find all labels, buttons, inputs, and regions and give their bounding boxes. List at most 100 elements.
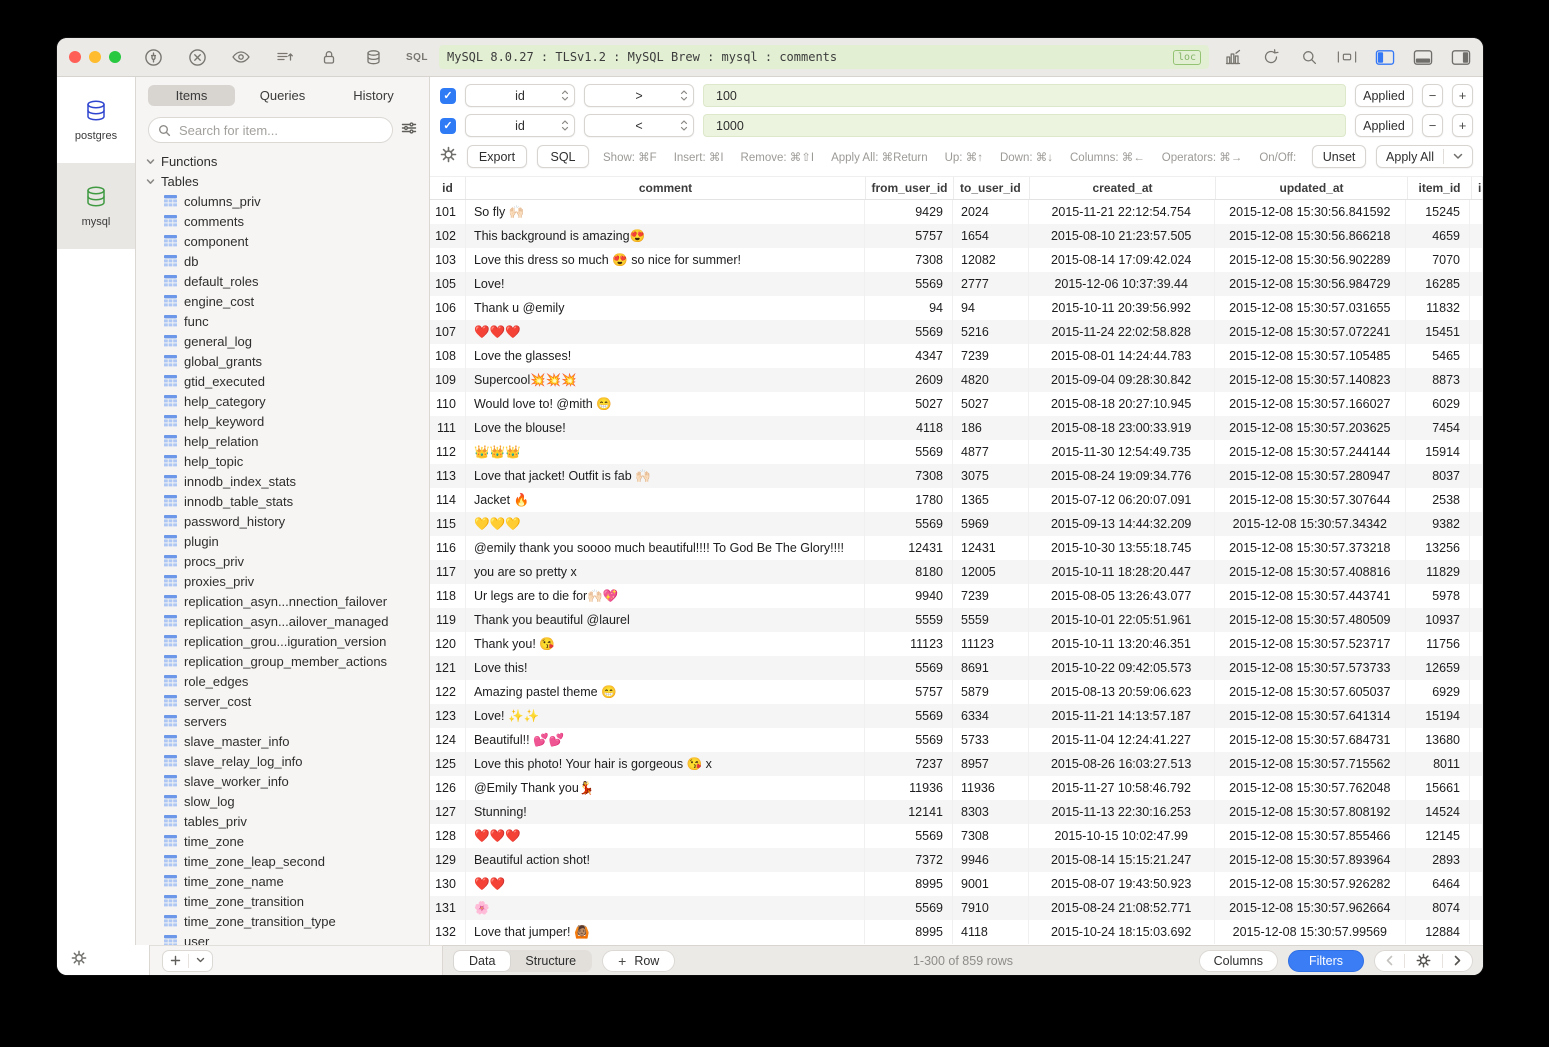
connection-item-postgres[interactable]: postgres bbox=[57, 77, 135, 163]
sidebar-table-item[interactable]: comments bbox=[136, 211, 429, 231]
sidebar-table-item[interactable]: columns_priv bbox=[136, 191, 429, 211]
sidebar-table-item[interactable]: slave_worker_info bbox=[136, 771, 429, 791]
sidebar-table-item[interactable]: help_relation bbox=[136, 431, 429, 451]
sidebar-table-item[interactable]: general_log bbox=[136, 331, 429, 351]
sidebar-table-item[interactable]: replication_group_member_actions bbox=[136, 651, 429, 671]
table-row[interactable]: 131🌸556979102015-08-24 21:08:52.7712015-… bbox=[430, 896, 1483, 920]
settings-gear-icon[interactable] bbox=[71, 950, 87, 971]
sidebar-table-item[interactable]: time_zone_leap_second bbox=[136, 851, 429, 871]
sidebar-table-item[interactable]: replication_grou...iguration_version bbox=[136, 631, 429, 651]
table-row[interactable]: 129Beautiful action shot!737299462015-08… bbox=[430, 848, 1483, 872]
filter-enabled-checkbox[interactable]: ✓ bbox=[440, 118, 456, 134]
sidebar-table-item[interactable]: procs_priv bbox=[136, 551, 429, 571]
toggle-left-sidebar-icon[interactable] bbox=[1375, 47, 1395, 67]
applied-button[interactable]: Applied bbox=[1355, 84, 1413, 107]
close-window-button[interactable] bbox=[69, 51, 81, 63]
column-header-updated_at[interactable]: updated_at bbox=[1216, 177, 1408, 199]
table-row[interactable]: 119Thank you beautiful @laurel5559555920… bbox=[430, 608, 1483, 632]
log-list-icon[interactable] bbox=[275, 47, 295, 67]
table-row[interactable]: 125Love this photo! Your hair is gorgeou… bbox=[430, 752, 1483, 776]
table-row[interactable]: 130❤️❤️899590012015-08-07 19:43:50.92320… bbox=[430, 872, 1483, 896]
sidebar-table-item[interactable]: component bbox=[136, 231, 429, 251]
sql-console-icon[interactable]: SQL bbox=[407, 47, 427, 67]
table-row[interactable]: 106Thank u @emily94942015-10-11 20:39:56… bbox=[430, 296, 1483, 320]
sidebar-table-item[interactable]: server_cost bbox=[136, 691, 429, 711]
column-header-to_user_id[interactable]: to_user_id bbox=[954, 177, 1030, 199]
table-row[interactable]: 120Thank you! 😘11123111232015-10-11 13:2… bbox=[430, 632, 1483, 656]
add-row-button[interactable]: + Row bbox=[602, 950, 675, 972]
minimize-window-button[interactable] bbox=[89, 51, 101, 63]
table-row[interactable]: 127Stunning!1214183032015-11-13 22:30:16… bbox=[430, 800, 1483, 824]
lock-icon[interactable] bbox=[319, 47, 339, 67]
connection-item-mysql[interactable]: mysql bbox=[57, 163, 135, 249]
sidebar-table-item[interactable]: default_roles bbox=[136, 271, 429, 291]
column-header-created_at[interactable]: created_at bbox=[1030, 177, 1216, 199]
zoom-window-button[interactable] bbox=[109, 51, 121, 63]
table-structure-icon[interactable] bbox=[1337, 47, 1357, 67]
export-button[interactable]: Export bbox=[467, 145, 527, 168]
sidebar-table-item[interactable]: password_history bbox=[136, 511, 429, 531]
eye-icon[interactable] bbox=[231, 47, 251, 67]
table-row[interactable]: 116@emily thank you soooo much beautiful… bbox=[430, 536, 1483, 560]
unset-button[interactable]: Unset bbox=[1312, 145, 1366, 168]
filter-enabled-checkbox[interactable]: ✓ bbox=[440, 88, 456, 104]
sidebar-table-item[interactable]: help_topic bbox=[136, 451, 429, 471]
remove-filter-button[interactable]: − bbox=[1422, 84, 1443, 107]
sidebar-table-item[interactable]: help_category bbox=[136, 391, 429, 411]
database-icon[interactable] bbox=[363, 47, 383, 67]
sidebar-table-item[interactable]: func bbox=[136, 311, 429, 331]
filters-button[interactable]: Filters bbox=[1288, 950, 1364, 972]
table-row[interactable]: 109Supercool💥💥💥260948202015-09-04 09:28:… bbox=[430, 368, 1483, 392]
applied-button[interactable]: Applied bbox=[1355, 114, 1413, 137]
add-filter-button[interactable]: + bbox=[1452, 84, 1473, 107]
add-item-button[interactable] bbox=[162, 950, 213, 972]
tree-section-tables[interactable]: Tables bbox=[136, 171, 429, 191]
table-row[interactable]: 115💛💛💛556959692015-09-13 14:44:32.209201… bbox=[430, 512, 1483, 536]
tree-section-functions[interactable]: Functions bbox=[136, 151, 429, 171]
filter-value-input[interactable] bbox=[714, 88, 1335, 104]
table-row[interactable]: 124Beautiful!! 💕💕556957332015-11-04 12:2… bbox=[430, 728, 1483, 752]
add-filter-button[interactable]: + bbox=[1452, 114, 1473, 137]
sidebar-table-item[interactable]: servers bbox=[136, 711, 429, 731]
table-row[interactable]: 103Love this dress so much 😍 so nice for… bbox=[430, 248, 1483, 272]
table-row[interactable]: 112👑👑👑556948772015-11-30 12:54:49.735201… bbox=[430, 440, 1483, 464]
next-page-button[interactable] bbox=[1443, 951, 1472, 971]
filter-operator-select[interactable]: > bbox=[584, 84, 694, 107]
sidebar-table-item[interactable]: engine_cost bbox=[136, 291, 429, 311]
search-icon[interactable] bbox=[1299, 47, 1319, 67]
column-header-item_id[interactable]: item_id bbox=[1408, 177, 1472, 199]
table-row[interactable]: 107❤️❤️❤️556952162015-11-24 22:02:58.828… bbox=[430, 320, 1483, 344]
column-header-comment[interactable]: comment bbox=[466, 177, 866, 199]
structure-tab[interactable]: Structure bbox=[510, 951, 591, 971]
filter-operator-select[interactable]: < bbox=[584, 114, 694, 137]
sidebar-table-item[interactable]: time_zone_name bbox=[136, 871, 429, 891]
chart-icon[interactable] bbox=[1223, 47, 1243, 67]
sidebar-table-item[interactable]: gtid_executed bbox=[136, 371, 429, 391]
refresh-icon[interactable] bbox=[1261, 47, 1281, 67]
sidebar-table-item[interactable]: slave_master_info bbox=[136, 731, 429, 751]
table-row[interactable]: 123Love! ✨✨556963342015-11-21 14:13:57.1… bbox=[430, 704, 1483, 728]
sidebar-table-item[interactable]: proxies_priv bbox=[136, 571, 429, 591]
sidebar-table-item[interactable]: tables_priv bbox=[136, 811, 429, 831]
sidebar-table-item[interactable]: user bbox=[136, 931, 429, 945]
table-row[interactable]: 132Love that jumper! 🙆🏽899541182015-10-2… bbox=[430, 920, 1483, 944]
sql-button[interactable]: SQL bbox=[537, 145, 589, 168]
sidebar-table-item[interactable]: db bbox=[136, 251, 429, 271]
item-search-field[interactable] bbox=[148, 117, 393, 143]
disconnect-icon[interactable] bbox=[187, 47, 207, 67]
sidebar-table-item[interactable]: plugin bbox=[136, 531, 429, 551]
data-tab[interactable]: Data bbox=[454, 951, 510, 971]
table-row[interactable]: 108Love the glasses!434772392015-08-01 1… bbox=[430, 344, 1483, 368]
table-row[interactable]: 122Amazing pastel theme 😁575758792015-08… bbox=[430, 680, 1483, 704]
toggle-right-panel-icon[interactable] bbox=[1451, 47, 1471, 67]
sidebar-table-item[interactable]: role_edges bbox=[136, 671, 429, 691]
table-row[interactable]: 102This background is amazing😍5757165420… bbox=[430, 224, 1483, 248]
sidebar-table-item[interactable]: time_zone_transition_type bbox=[136, 911, 429, 931]
table-row[interactable]: 101So fly 🙌🏻942920242015-11-21 22:12:54.… bbox=[430, 200, 1483, 224]
sidebar-table-item[interactable]: replication_asyn...nnection_failover bbox=[136, 591, 429, 611]
toggle-bottom-panel-icon[interactable] bbox=[1413, 47, 1433, 67]
sidebar-table-item[interactable]: slow_log bbox=[136, 791, 429, 811]
filter-column-select[interactable]: id bbox=[465, 84, 575, 107]
search-input[interactable] bbox=[177, 122, 383, 139]
sidebar-table-item[interactable]: time_zone bbox=[136, 831, 429, 851]
